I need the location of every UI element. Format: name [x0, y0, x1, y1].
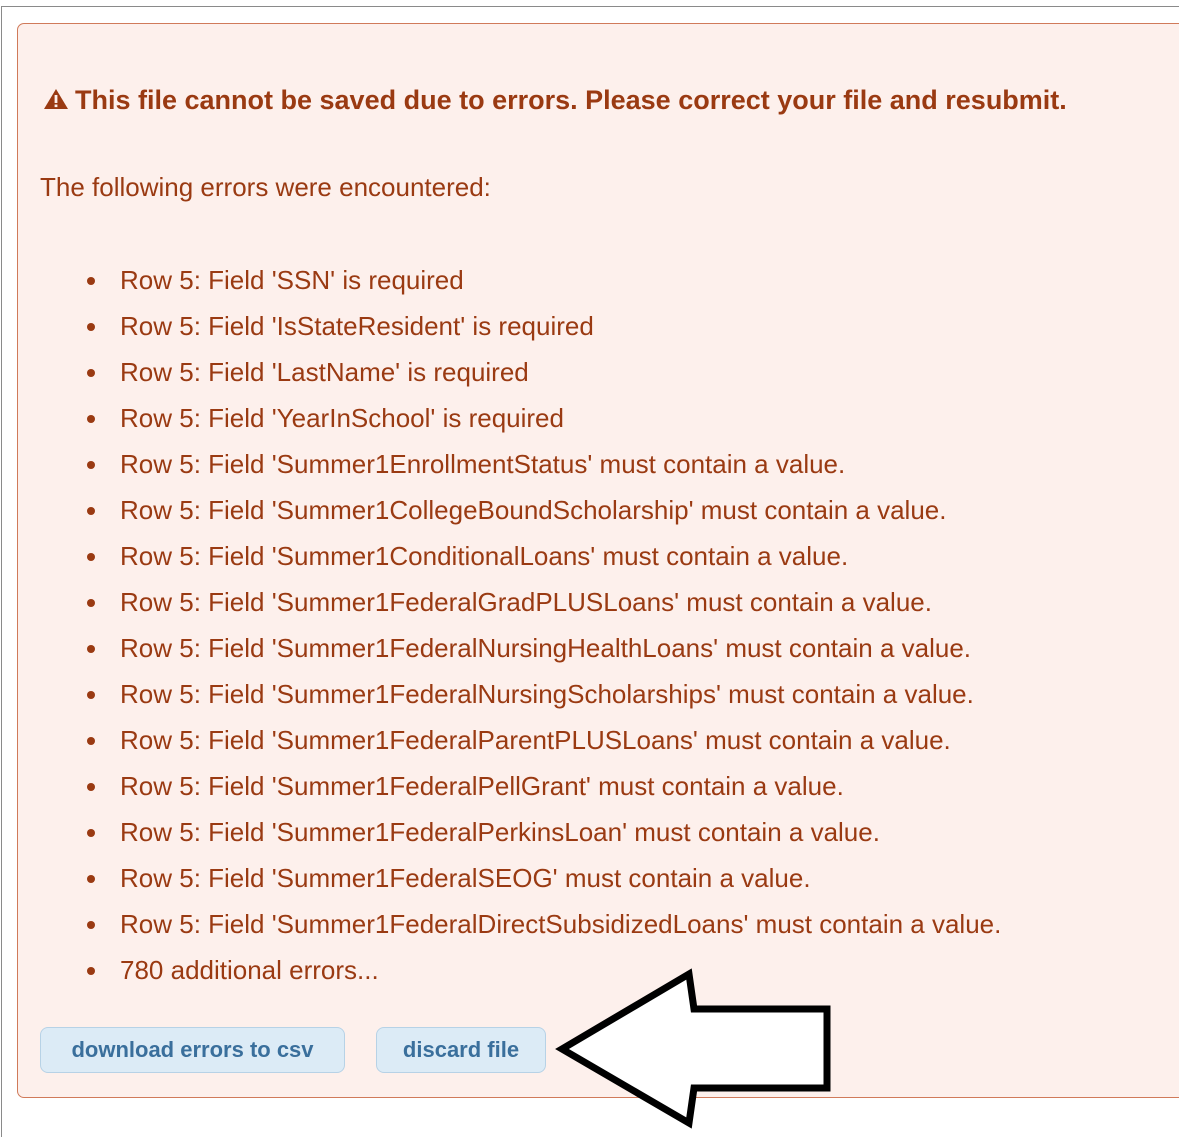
error-item: Row 5: Field 'Summer1EnrollmentStatus' m… [81, 441, 1001, 487]
error-item: Row 5: Field 'Summer1FederalPerkinsLoan'… [81, 809, 1001, 855]
download-errors-button[interactable]: download errors to csv [40, 1027, 345, 1073]
error-item: Row 5: Field 'Summer1FederalNursingHealt… [81, 625, 1001, 671]
error-item: Row 5: Field 'Summer1FederalDirectSubsid… [81, 901, 1001, 947]
alert-heading-text: This file cannot be saved due to errors.… [75, 85, 1067, 115]
error-list: Row 5: Field 'SSN' is required Row 5: Fi… [81, 257, 1001, 993]
error-item: Row 5: Field 'LastName' is required [81, 349, 1001, 395]
alert-heading: This file cannot be saved due to errors.… [43, 81, 1067, 119]
discard-file-button[interactable]: discard file [376, 1027, 546, 1073]
error-item: Row 5: Field 'Summer1ConditionalLoans' m… [81, 533, 1001, 579]
error-item: Row 5: Field 'Summer1FederalParentPLUSLo… [81, 717, 1001, 763]
error-item: Row 5: Field 'Summer1CollegeBoundScholar… [81, 487, 1001, 533]
error-item: Row 5: Field 'SSN' is required [81, 257, 1001, 303]
error-item: Row 5: Field 'Summer1FederalPellGrant' m… [81, 763, 1001, 809]
error-item: Row 5: Field 'Summer1FederalSEOG' must c… [81, 855, 1001, 901]
warning-triangle-icon [44, 89, 68, 109]
errors-intro: The following errors were encountered: [40, 172, 491, 202]
error-alert: This file cannot be saved due to errors.… [17, 23, 1179, 1098]
error-item: Row 5: Field 'Summer1FederalGradPLUSLoan… [81, 579, 1001, 625]
error-item: Row 5: Field 'Summer1FederalNursingSchol… [81, 671, 1001, 717]
error-item: Row 5: Field 'IsStateResident' is requir… [81, 303, 1001, 349]
additional-errors-count: 780 additional errors... [81, 947, 1001, 993]
error-item: Row 5: Field 'YearInSchool' is required [81, 395, 1001, 441]
